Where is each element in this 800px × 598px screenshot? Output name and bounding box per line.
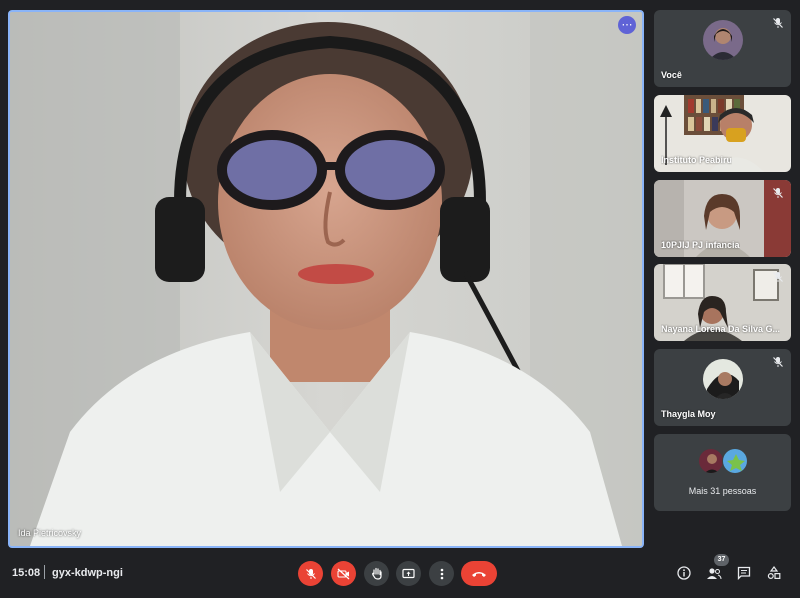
participant-avatar — [697, 448, 724, 474]
present-screen-button[interactable] — [396, 561, 421, 586]
activities-icon — [767, 566, 781, 580]
people-button[interactable] — [704, 563, 724, 583]
present-icon — [402, 568, 415, 578]
people-count-badge: 37 — [714, 554, 729, 566]
participant-name: Nayana Lorena Da Silva G... — [661, 324, 781, 334]
activities-button[interactable] — [764, 563, 784, 583]
participant-name: Thaygla Moy — [661, 409, 716, 419]
bottom-toolbar: 15:08 gyx-kdwp-ngi — [0, 552, 800, 598]
info-icon — [677, 566, 691, 580]
chat-icon — [737, 566, 751, 580]
chat-button[interactable] — [734, 563, 754, 583]
participant-tile-voce[interactable]: Você — [654, 10, 791, 87]
tile-options-button[interactable]: ⋯ — [618, 16, 636, 34]
more-options-button[interactable] — [429, 561, 454, 586]
mic-toggle-button[interactable] — [298, 561, 323, 586]
hand-icon — [371, 567, 382, 580]
participant-avatar — [702, 20, 743, 60]
mic-off-icon — [773, 272, 783, 282]
participant-tile-10pjij[interactable]: 10PJIJ PJ infancia — [654, 180, 791, 257]
raise-hand-button[interactable] — [364, 561, 389, 586]
speaker-video — [10, 12, 642, 546]
meeting-details-button[interactable] — [674, 563, 694, 583]
divider — [44, 565, 45, 579]
meet-window: ⋯ Ida Pietricovsky Você Instituto Peabir… — [0, 0, 800, 598]
meeting-time: 15:08 — [12, 567, 41, 579]
people-icon — [707, 567, 722, 579]
mic-off-icon — [773, 357, 783, 367]
participant-name: Instituto Peabiru — [661, 155, 733, 165]
participant-avatar — [702, 359, 743, 399]
mic-off-icon — [305, 568, 316, 579]
meeting-code: gyx-kdwp-ngi — [52, 567, 123, 579]
main-speaker-tile[interactable]: ⋯ Ida Pietricovsky — [8, 10, 644, 548]
more-vert-icon — [440, 568, 443, 579]
mic-off-icon — [773, 188, 783, 198]
camera-off-icon — [337, 568, 350, 579]
camera-toggle-button[interactable] — [331, 561, 356, 586]
more-participants-label: Mais 31 pessoas — [688, 486, 757, 496]
mic-off-icon — [773, 18, 783, 28]
participant-tile-instituto-peabiru[interactable]: Instituto Peabiru — [654, 95, 791, 172]
participant-avatar — [721, 448, 748, 474]
hang-up-icon — [472, 571, 486, 577]
main-speaker-name: Ida Pietricovsky — [18, 528, 82, 538]
more-avatars — [654, 448, 791, 474]
participant-name: 10PJIJ PJ infancia — [661, 240, 740, 250]
participant-tile-nayana[interactable]: Nayana Lorena Da Silva G... — [654, 264, 791, 341]
more-participants-tile[interactable]: Mais 31 pessoas — [654, 434, 791, 511]
leave-call-button[interactable] — [461, 561, 497, 586]
participant-name: Você — [661, 70, 682, 80]
participant-tile-thaygla[interactable]: Thaygla Moy — [654, 349, 791, 426]
